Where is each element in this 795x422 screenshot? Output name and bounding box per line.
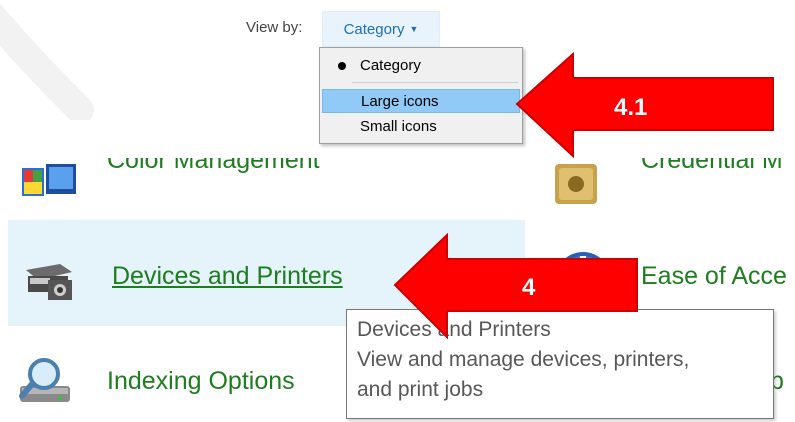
color-management-icon (22, 164, 76, 196)
menu-item-large-icons[interactable]: Large icons (322, 89, 520, 113)
annotation-label-4: 4 (522, 274, 536, 301)
credential-manager-icon (555, 164, 597, 204)
selected-bullet-icon (338, 62, 346, 70)
watermark-stroke (0, 3, 94, 120)
menu-separator (352, 82, 518, 83)
annotation-label-4-1: 4.1 (614, 94, 648, 121)
menu-item-category[interactable]: Category (322, 54, 520, 78)
menu-item-small-icons[interactable]: Small icons (322, 115, 520, 139)
color-management-link[interactable]: Color Management (107, 158, 320, 175)
view-by-selected: Category (343, 20, 405, 38)
view-by-dropdown[interactable]: Category ▼ (322, 11, 440, 47)
indexing-options-icon (19, 358, 70, 402)
dropdown-caret-icon: ▼ (409, 24, 419, 34)
devices-and-printers-link[interactable]: Devices and Printers (112, 262, 343, 291)
tooltip-line-2: View and manage devices, printers, (357, 348, 690, 371)
indexing-options-link[interactable]: Indexing Options (107, 367, 295, 396)
annotation-arrow-4 (393, 233, 638, 339)
view-by-label: View by: (246, 19, 303, 36)
view-by-menu: Category Large icons Small icons (319, 47, 523, 144)
tooltip-line-3: and print jobs (357, 378, 484, 401)
printer-icon (26, 264, 72, 300)
ease-of-access-link[interactable]: Ease of Acce (641, 262, 787, 291)
